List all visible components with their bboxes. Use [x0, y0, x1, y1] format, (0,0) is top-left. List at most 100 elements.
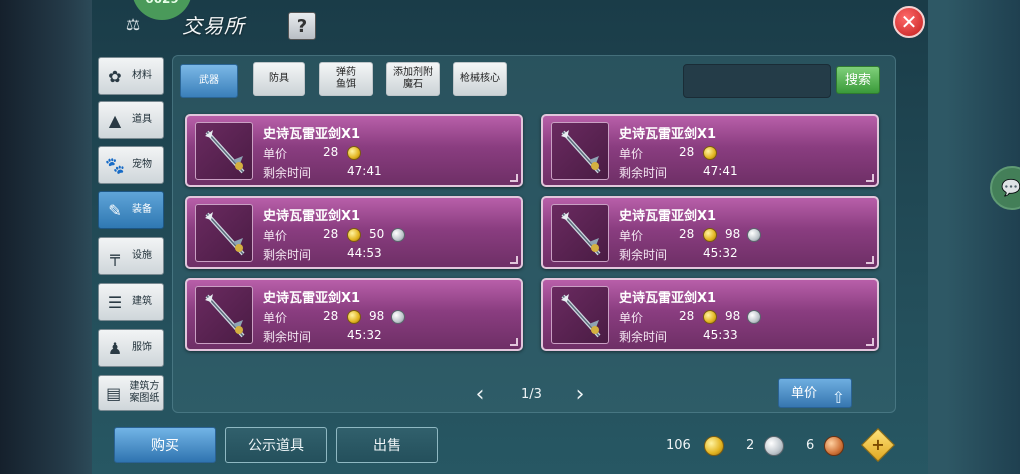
- sidebar-item-props[interactable]: ▲ 道具: [98, 101, 164, 139]
- sword-icon: [551, 122, 609, 180]
- sidebar-item-pets[interactable]: 🐾 宠物: [98, 146, 164, 184]
- price-label: 单价: [263, 229, 288, 243]
- card-corner-icon: [510, 338, 518, 346]
- gold-amount: 106: [666, 438, 691, 453]
- sidebar-item-buildings[interactable]: ☰ 建筑: [98, 283, 164, 321]
- tab-armor[interactable]: 防具: [253, 62, 305, 96]
- blueprint-icon: ▤: [106, 383, 122, 403]
- card-corner-icon: [866, 256, 874, 264]
- silver-coin-icon: [747, 310, 761, 324]
- silver-price: 98: [725, 227, 741, 241]
- flower-icon: ✿: [108, 66, 122, 86]
- silver-coin-icon: [747, 228, 761, 242]
- sell-button[interactable]: 出售: [336, 427, 438, 463]
- silver-price: 98: [725, 309, 741, 323]
- time-label: 剩余时间: [619, 330, 668, 344]
- gold-coin-icon: [347, 146, 361, 160]
- listing-card[interactable]: 史诗瓦雷亚剑X1 单价 28 剩余时间 47:41: [185, 114, 523, 187]
- time-label: 剩余时间: [263, 166, 312, 180]
- time-remaining: 45:32: [703, 246, 738, 260]
- card-corner-icon: [510, 256, 518, 264]
- sword-icon: [195, 204, 253, 262]
- time-label: 剩余时间: [263, 330, 312, 344]
- paw-icon: 🐾: [105, 155, 125, 175]
- time-remaining: 45:33: [703, 328, 738, 342]
- card-corner-icon: [510, 174, 518, 182]
- item-name: 史诗瓦雷亚剑X1: [619, 127, 717, 142]
- silver-coin-icon: [764, 436, 784, 456]
- sword-icon: [551, 286, 609, 344]
- price-label: 单价: [263, 311, 288, 325]
- close-button[interactable]: ✕: [893, 6, 925, 38]
- gold-coin-icon: [703, 310, 717, 324]
- time-remaining: 47:41: [703, 164, 738, 178]
- tab-additive-enchant[interactable]: 添加剂附魔石: [386, 62, 440, 96]
- help-button[interactable]: ?: [288, 12, 316, 40]
- item-name: 史诗瓦雷亚剑X1: [263, 127, 361, 142]
- gold-coin-icon: [703, 146, 717, 160]
- page-title: 交易所: [182, 14, 245, 38]
- copper-amount: 6: [806, 438, 815, 453]
- time-label: 剩余时间: [263, 248, 312, 262]
- time-remaining: 44:53: [347, 246, 382, 260]
- item-name: 史诗瓦雷亚剑X1: [263, 209, 361, 224]
- background-left: [0, 0, 92, 474]
- tab-weapons[interactable]: 武器: [180, 64, 238, 98]
- card-corner-icon: [866, 338, 874, 346]
- gold-coin-icon: [704, 436, 724, 456]
- prev-page-button[interactable]: ‹: [470, 384, 490, 406]
- sidebar-item-facilities[interactable]: ╤ 设施: [98, 237, 164, 275]
- sword-icon: [195, 286, 253, 344]
- next-page-button[interactable]: ›: [570, 384, 590, 406]
- card-corner-icon: [866, 174, 874, 182]
- gold-price: 28: [323, 227, 339, 241]
- search-button[interactable]: 搜索: [836, 66, 880, 94]
- copper-coin-icon: [824, 436, 844, 456]
- item-name: 史诗瓦雷亚剑X1: [619, 291, 717, 306]
- price-label: 单价: [263, 147, 288, 161]
- sidebar-item-materials[interactable]: ✿ 材料: [98, 57, 164, 95]
- silver-coin-icon: [391, 228, 405, 242]
- silver-price: 50: [369, 227, 385, 241]
- sort-arrow-icon: ⇧: [831, 388, 845, 407]
- listing-card[interactable]: 史诗瓦雷亚剑X1 单价 28 50 剩余时间 44:53: [185, 196, 523, 269]
- page-indicator: 1/3: [521, 387, 542, 402]
- sword-icon: [551, 204, 609, 262]
- price-label: 单价: [619, 311, 644, 325]
- search-input[interactable]: [683, 64, 831, 98]
- listing-card[interactable]: 史诗瓦雷亚剑X1 单价 28 98 剩余时间 45:33: [541, 278, 879, 351]
- time-label: 剩余时间: [619, 248, 668, 262]
- facility-icon: ╤: [110, 246, 120, 266]
- listing-card[interactable]: 史诗瓦雷亚剑X1 单价 28 98 剩余时间 45:32: [541, 196, 879, 269]
- gold-coin-icon: [347, 310, 361, 324]
- sidebar-item-equipment[interactable]: ✎ 装备: [98, 191, 164, 229]
- listing-card[interactable]: 史诗瓦雷亚剑X1 单价 28 剩余时间 47:41: [541, 114, 879, 187]
- gold-coin-icon: [703, 228, 717, 242]
- price-label: 单价: [619, 147, 644, 161]
- scale-icon: ⚖: [125, 15, 141, 34]
- tab-ammo-bait[interactable]: 弹药鱼饵: [319, 62, 373, 96]
- silver-price: 98: [369, 309, 385, 323]
- listing-card[interactable]: 史诗瓦雷亚剑X1 单价 28 98 剩余时间 45:32: [185, 278, 523, 351]
- silver-amount: 2: [746, 438, 755, 453]
- sidebar-item-blueprints[interactable]: ▤ 建筑方案图纸: [98, 375, 164, 411]
- gold-price: 28: [679, 145, 695, 159]
- item-name: 史诗瓦雷亚剑X1: [619, 209, 717, 224]
- building-icon: ☰: [107, 292, 123, 312]
- gold-price: 28: [323, 309, 339, 323]
- time-remaining: 45:32: [347, 328, 382, 342]
- item-name: 史诗瓦雷亚剑X1: [263, 291, 361, 306]
- time-remaining: 47:41: [347, 164, 382, 178]
- buy-button[interactable]: 购买: [114, 427, 216, 463]
- price-label: 单价: [619, 229, 644, 243]
- sort-by-price-button[interactable]: 单价 ⇧: [778, 378, 852, 408]
- equipment-icon: ✎: [108, 200, 122, 220]
- gold-coin-icon: [347, 228, 361, 242]
- time-label: 剩余时间: [619, 166, 668, 180]
- sidebar-item-clothing[interactable]: ♟ 服饰: [98, 329, 164, 367]
- silver-coin-icon: [391, 310, 405, 324]
- tab-gun-core[interactable]: 枪械核心: [453, 62, 507, 96]
- gold-price: 28: [679, 309, 695, 323]
- gold-price: 28: [679, 227, 695, 241]
- public-items-button[interactable]: 公示道具: [225, 427, 327, 463]
